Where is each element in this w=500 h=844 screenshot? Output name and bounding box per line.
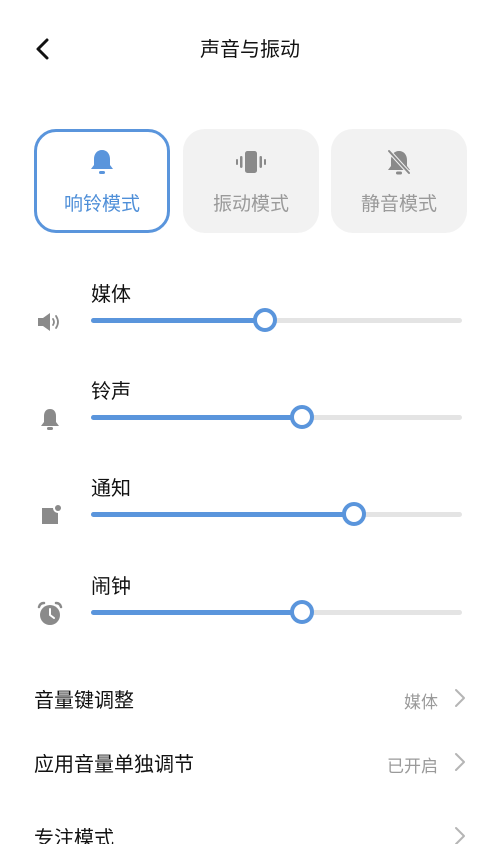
bell-off-icon [385, 147, 413, 177]
chevron-right-icon [455, 827, 465, 844]
ringtone-volume-row: 铃声 [0, 375, 500, 455]
page-title: 声音与振动 [200, 37, 300, 61]
vibrate-icon [234, 147, 268, 177]
volume-key-setting[interactable]: 音量键调整 媒体 [0, 672, 500, 724]
notification-volume-thumb[interactable] [342, 502, 367, 526]
app-volume-setting[interactable]: 应用音量单独调节 已开启 [0, 736, 500, 788]
app-volume-value: 已开启 [387, 757, 438, 777]
notification-volume-fill [91, 512, 355, 517]
chevron-right-icon [455, 753, 465, 771]
alarm-volume-thumb[interactable] [290, 600, 315, 624]
ring-mode-label: 响铃模式 [63, 193, 140, 215]
notification-icon [36, 502, 64, 530]
media-volume-label: 媒体 [91, 282, 131, 306]
alarm-volume-label: 闹钟 [91, 574, 131, 598]
focus-mode-label: 专注模式 [34, 826, 114, 844]
alarm-volume-fill [91, 610, 303, 615]
alarm-clock-icon [36, 600, 64, 628]
ringtone-volume-thumb[interactable] [290, 405, 315, 429]
media-volume-thumb[interactable] [253, 308, 278, 332]
media-volume-fill [91, 318, 266, 323]
media-volume-slider[interactable] [91, 308, 462, 332]
chevron-right-icon [455, 689, 465, 707]
focus-mode-setting[interactable]: 专注模式 [0, 810, 500, 844]
notification-volume-label: 通知 [91, 476, 131, 500]
media-volume-row: 媒体 [0, 278, 500, 358]
silent-mode-label: 静音模式 [360, 193, 437, 215]
notification-volume-row: 通知 [0, 472, 500, 552]
ringtone-volume-slider[interactable] [91, 405, 462, 429]
alarm-volume-slider[interactable] [91, 600, 462, 624]
alarm-volume-row: 闹钟 [0, 570, 500, 650]
ringtone-volume-label: 铃声 [91, 379, 131, 403]
sound-vibration-screen: 声音与振动 响铃模式 振动模式 静音模式 媒体 铃声 通知 闹钟 音量键调整 媒… [0, 0, 500, 844]
ring-mode-button[interactable]: 响铃模式 [34, 129, 170, 233]
bell-icon [36, 405, 64, 433]
bell-icon [89, 147, 115, 177]
silent-mode-button[interactable]: 静音模式 [331, 129, 467, 233]
ringtone-volume-fill [91, 415, 303, 420]
notification-volume-slider[interactable] [91, 502, 462, 526]
volume-key-label: 音量键调整 [34, 688, 134, 712]
volume-key-value: 媒体 [404, 693, 438, 713]
vibrate-mode-label: 振动模式 [212, 193, 289, 215]
speaker-icon [36, 308, 64, 336]
vibrate-mode-button[interactable]: 振动模式 [183, 129, 319, 233]
app-volume-label: 应用音量单独调节 [34, 752, 194, 776]
